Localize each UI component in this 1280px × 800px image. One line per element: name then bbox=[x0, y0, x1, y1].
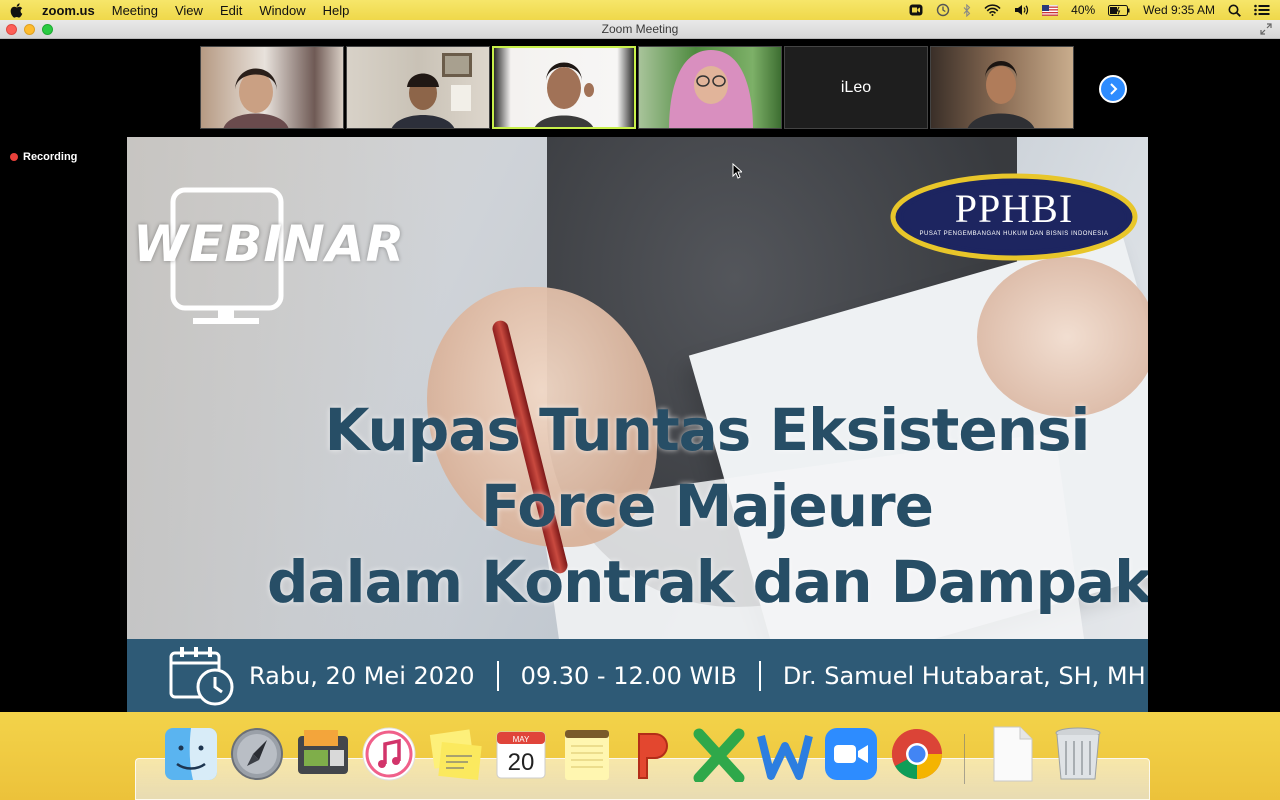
headline-line-2: Force Majeure bbox=[481, 472, 934, 540]
recording-dot-icon bbox=[10, 153, 18, 161]
fullscreen-icon[interactable] bbox=[1260, 23, 1272, 35]
powerpoint-icon[interactable] bbox=[624, 724, 682, 784]
window-title: Zoom Meeting bbox=[601, 22, 679, 36]
word-icon[interactable] bbox=[756, 724, 814, 784]
itunes-icon[interactable] bbox=[360, 724, 418, 784]
menu-edit[interactable]: Edit bbox=[220, 3, 242, 18]
event-info-bar: Rabu, 20 Mei 2020 09.30 - 12.00 WIB Dr. … bbox=[127, 639, 1148, 712]
menu-app-name[interactable]: zoom.us bbox=[42, 3, 95, 18]
dock-icons: MAY 20 bbox=[162, 724, 1107, 784]
shared-screen[interactable]: WEBINAR PPHBI PUSAT PENGEMBANGAN HUKUM D… bbox=[127, 137, 1148, 712]
info-separator bbox=[758, 660, 761, 691]
webinar-label: WEBINAR bbox=[133, 215, 406, 273]
trash-icon[interactable] bbox=[1049, 724, 1107, 784]
participant-name: iLeo bbox=[840, 78, 872, 96]
headline-line-3: dalam Kontrak dan Dampaknya bbox=[267, 548, 1148, 616]
participant-video-1[interactable] bbox=[200, 46, 344, 129]
calendar-day: 20 bbox=[508, 749, 535, 776]
menu-meeting[interactable]: Meeting bbox=[112, 3, 158, 18]
zoom-status-icon[interactable] bbox=[909, 4, 923, 16]
menu-bar: zoom.us Meeting View Edit Window Help 40… bbox=[0, 0, 1280, 20]
participant-video-2[interactable] bbox=[346, 46, 490, 129]
battery-percent[interactable]: 40% bbox=[1071, 3, 1095, 17]
calendar-icon[interactable]: MAY 20 bbox=[492, 724, 550, 784]
calendar-clock-icon bbox=[169, 646, 234, 705]
bluetooth-icon[interactable] bbox=[963, 3, 971, 17]
participant-video-6[interactable] bbox=[930, 46, 1074, 129]
recording-label: Recording bbox=[23, 151, 78, 163]
headline-line-1: Kupas Tuntas Eksistensi bbox=[324, 396, 1091, 464]
finder-icon[interactable] bbox=[162, 724, 220, 784]
pphbi-logo: PPHBI PUSAT PENGEMBANGAN HUKUM DAN BISNI… bbox=[889, 171, 1139, 263]
wifi-icon[interactable] bbox=[984, 4, 1001, 16]
zoom-icon[interactable] bbox=[822, 724, 880, 784]
participant-video-4[interactable] bbox=[638, 46, 782, 129]
apple-menu-icon[interactable] bbox=[10, 2, 24, 18]
launchpad-icon[interactable] bbox=[228, 724, 286, 784]
excel-icon[interactable] bbox=[690, 724, 748, 784]
event-time: 09.30 - 12.00 WIB bbox=[520, 661, 737, 690]
logo-text: PPHBI bbox=[954, 186, 1074, 231]
mouse-cursor-icon bbox=[732, 163, 742, 179]
calendar-month: MAY bbox=[513, 735, 530, 744]
document-icon[interactable] bbox=[983, 724, 1041, 784]
image-capture-icon[interactable] bbox=[294, 724, 352, 784]
event-speaker: Dr. Samuel Hutabarat, SH, MH bbox=[782, 661, 1146, 690]
window-close-button[interactable] bbox=[6, 24, 17, 35]
window-minimize-button[interactable] bbox=[24, 24, 35, 35]
menu-help[interactable]: Help bbox=[323, 3, 350, 18]
stickies-icon[interactable] bbox=[426, 724, 484, 784]
participant-video-3-active-speaker[interactable] bbox=[492, 46, 636, 129]
volume-icon[interactable] bbox=[1014, 4, 1029, 16]
battery-icon[interactable] bbox=[1108, 4, 1130, 16]
menu-clock[interactable]: Wed 9:35 AM bbox=[1143, 3, 1215, 17]
chevron-right-icon bbox=[1110, 83, 1118, 95]
participant-strip: iLeo bbox=[200, 46, 1074, 129]
dock-separator bbox=[964, 734, 965, 784]
menu-view[interactable]: View bbox=[175, 3, 203, 18]
notification-center-icon[interactable] bbox=[1254, 4, 1270, 16]
window-maximize-button[interactable] bbox=[42, 24, 53, 35]
event-date: Rabu, 20 Mei 2020 bbox=[249, 661, 475, 690]
time-machine-icon[interactable] bbox=[936, 3, 950, 17]
notes-icon[interactable] bbox=[558, 724, 616, 784]
menu-window[interactable]: Window bbox=[259, 3, 305, 18]
info-separator bbox=[496, 660, 499, 691]
window-title-bar[interactable]: Zoom Meeting bbox=[0, 20, 1280, 39]
meeting-area: iLeo Recording WEBINAR PPHBI PUSAT PENGE… bbox=[0, 40, 1280, 712]
logo-subtitle: PUSAT PENGEMBANGAN HUKUM DAN BISNIS INDO… bbox=[919, 231, 1109, 237]
flag-input-icon[interactable] bbox=[1042, 4, 1059, 16]
chrome-icon[interactable] bbox=[888, 724, 946, 784]
spotlight-search-icon[interactable] bbox=[1228, 4, 1241, 17]
recording-indicator[interactable]: Recording bbox=[10, 151, 77, 163]
participant-tile-ileo[interactable]: iLeo bbox=[784, 46, 928, 129]
slide-headline: Kupas Tuntas Eksistensi Force Majeure da… bbox=[267, 392, 1148, 620]
next-participants-button[interactable] bbox=[1099, 75, 1127, 103]
